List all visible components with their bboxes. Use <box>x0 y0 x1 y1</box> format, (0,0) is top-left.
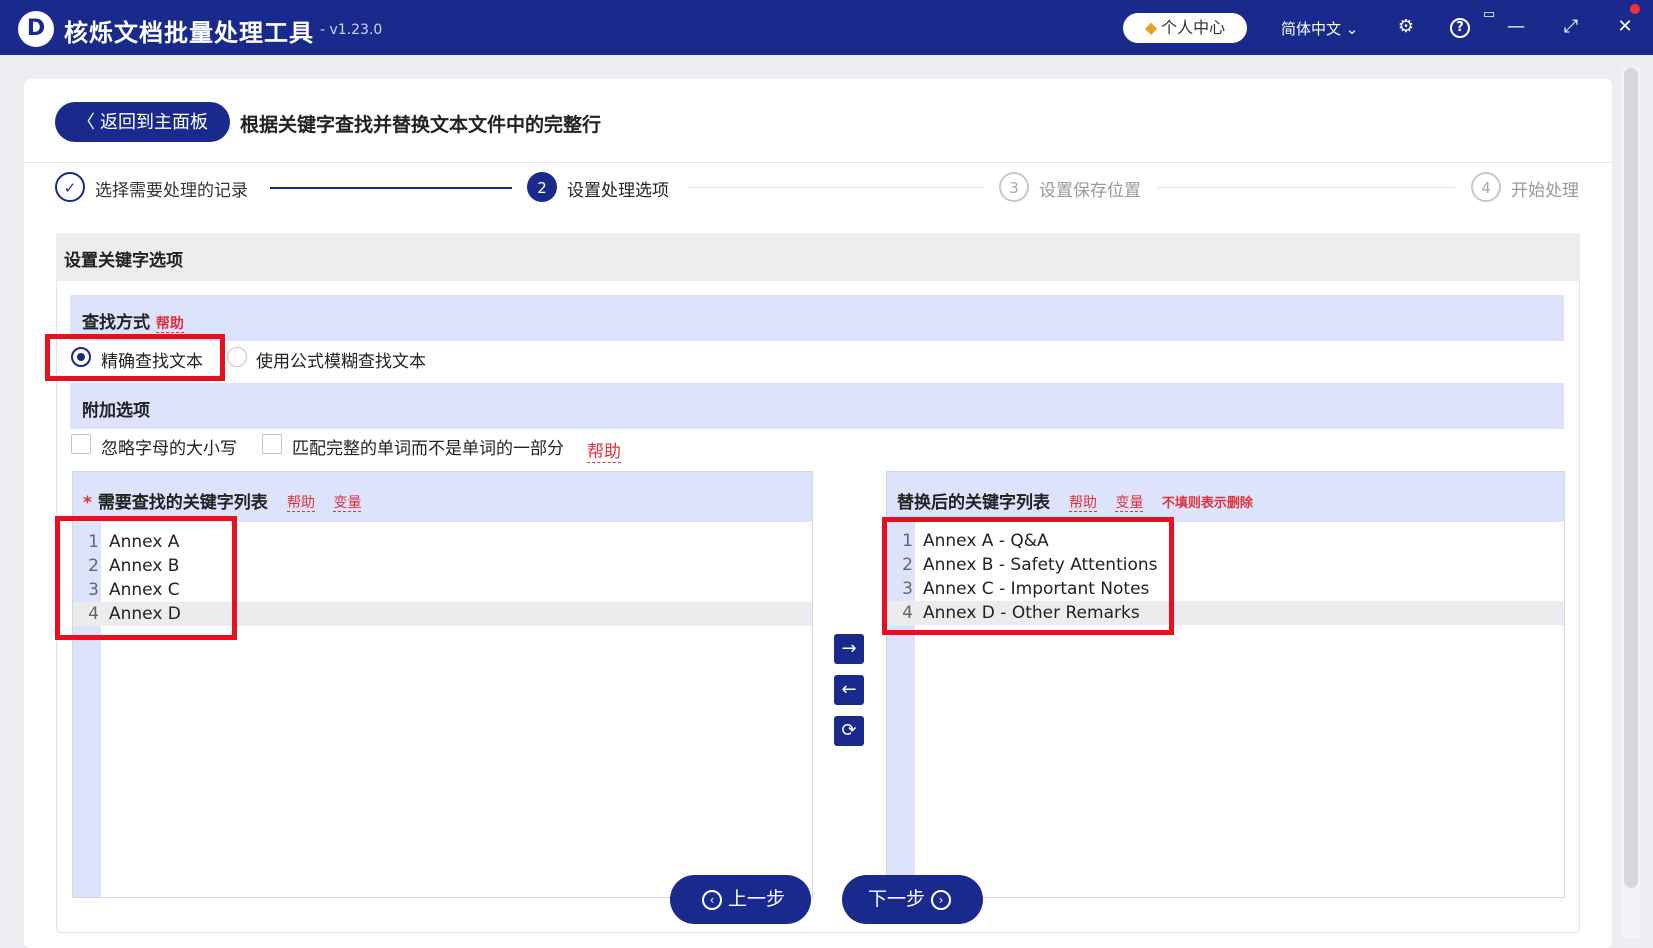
search-mode-title: 查找方式 帮助 <box>82 308 184 333</box>
step-3-label: 设置保存位置 <box>1039 181 1141 201</box>
step-4-label: 开始处理 <box>1511 181 1579 201</box>
previous-step-label: 上一步 <box>727 888 785 910</box>
language-label: 简体中文 <box>1281 20 1342 38</box>
back-label: 返回到主面板 <box>100 112 208 132</box>
user-center-label: 个人中心 <box>1161 18 1226 37</box>
extra-options-help-link[interactable]: 帮助 <box>587 437 621 463</box>
step-connector-2 <box>687 187 984 188</box>
find-editor-title: * 需要查找的关键字列表 <box>83 488 268 513</box>
find-editor-title-text: 需要查找的关键字列表 <box>97 493 268 513</box>
arrow-right-icon[interactable]: → <box>834 634 864 664</box>
fuzzy-search-label[interactable]: 使用公式模糊查找文本 <box>256 347 426 372</box>
section-title: 设置关键字选项 <box>64 251 183 271</box>
ignore-case-checkbox[interactable] <box>71 434 91 454</box>
find-editor-variable-link[interactable]: 变量 <box>333 495 362 512</box>
help-icon[interactable]: ? <box>1450 18 1470 38</box>
notification-badge <box>1630 4 1640 14</box>
replace-editor-help-link[interactable]: 帮助 <box>1069 495 1097 512</box>
chevron-left-circle-icon: ‹ <box>701 889 722 910</box>
highlight-box-replace-list <box>882 517 1174 635</box>
highlight-box-find-list <box>55 516 237 640</box>
scroll-thumb[interactable] <box>1624 68 1638 888</box>
whole-word-checkbox[interactable] <box>262 434 282 454</box>
title-bar: D 核烁文档批量处理工具 - v1.23.0 ◆ 个人中心 简体中文 ⌄ ⚙ ? … <box>0 0 1653 55</box>
search-mode-help-link[interactable]: 帮助 <box>155 316 184 333</box>
ignore-case-label[interactable]: 忽略字母的大小写 <box>101 434 237 459</box>
required-mark: * <box>83 493 92 513</box>
arrow-left-icon[interactable]: ← <box>834 675 864 705</box>
screenshot-icon[interactable]: ▭ <box>1476 2 1502 28</box>
back-to-main-button[interactable]: 〈 返回到主面板 <box>55 102 230 142</box>
replace-editor-variable-link[interactable]: 变量 <box>1115 495 1144 512</box>
step-1-check-icon: ✓ <box>55 172 85 202</box>
steps-divider <box>24 162 1612 163</box>
step-2-number: 2 <box>527 172 557 202</box>
step-4-number: 4 <box>1471 172 1501 202</box>
next-step-button[interactable]: 下一步 › <box>842 875 983 924</box>
step-3-number: 3 <box>999 172 1029 202</box>
step-2-label: 设置处理选项 <box>567 181 669 201</box>
highlight-box-search-mode <box>45 334 225 381</box>
minimize-icon[interactable]: — <box>1503 14 1529 40</box>
find-editor-links: 帮助 变量 <box>287 492 375 512</box>
maximize-icon[interactable]: ⤢ <box>1558 14 1584 40</box>
delete-hint: 不填则表示删除 <box>1161 496 1253 511</box>
close-icon[interactable]: ✕ <box>1612 14 1638 40</box>
search-mode-header <box>70 295 1564 341</box>
section-header <box>56 233 1580 281</box>
app-title: 核烁文档批量处理工具 <box>64 19 314 47</box>
fuzzy-search-radio[interactable] <box>227 347 247 367</box>
extra-options-header <box>70 383 1564 429</box>
find-editor-help-link[interactable]: 帮助 <box>287 495 315 512</box>
extra-options-title: 附加选项 <box>82 401 150 421</box>
replace-editor-title: 替换后的关键字列表 <box>897 493 1050 513</box>
next-step-label: 下一步 <box>867 888 925 910</box>
search-mode-title-text: 查找方式 <box>82 313 150 333</box>
chevron-right-circle-icon: › <box>931 889 951 910</box>
chevron-down-icon: ⌄ <box>1345 20 1359 38</box>
diamond-icon: ◆ <box>1144 18 1158 37</box>
app-logo: D <box>18 11 54 47</box>
step-connector-1 <box>270 187 512 189</box>
user-center-button[interactable]: ◆ 个人中心 <box>1123 13 1247 43</box>
replace-editor-links: 帮助 变量 不填则表示删除 <box>1069 492 1267 512</box>
whole-word-label[interactable]: 匹配完整的单词而不是单词的一部分 <box>292 434 564 459</box>
scrollbar[interactable] <box>1622 68 1640 938</box>
step-1-label: 选择需要处理的记录 <box>95 181 248 201</box>
previous-step-button[interactable]: ‹ 上一步 <box>670 875 811 924</box>
gear-icon[interactable]: ⚙ <box>1393 14 1419 40</box>
chevron-left-icon: 〈 <box>76 112 100 132</box>
language-selector[interactable]: 简体中文 ⌄ <box>1281 18 1358 39</box>
page-title: 根据关键字查找并替换文本文件中的完整行 <box>240 114 602 136</box>
app-version: - v1.23.0 <box>320 22 383 38</box>
step-connector-3 <box>1158 187 1455 188</box>
refresh-icon[interactable]: ⟳ <box>834 716 864 746</box>
